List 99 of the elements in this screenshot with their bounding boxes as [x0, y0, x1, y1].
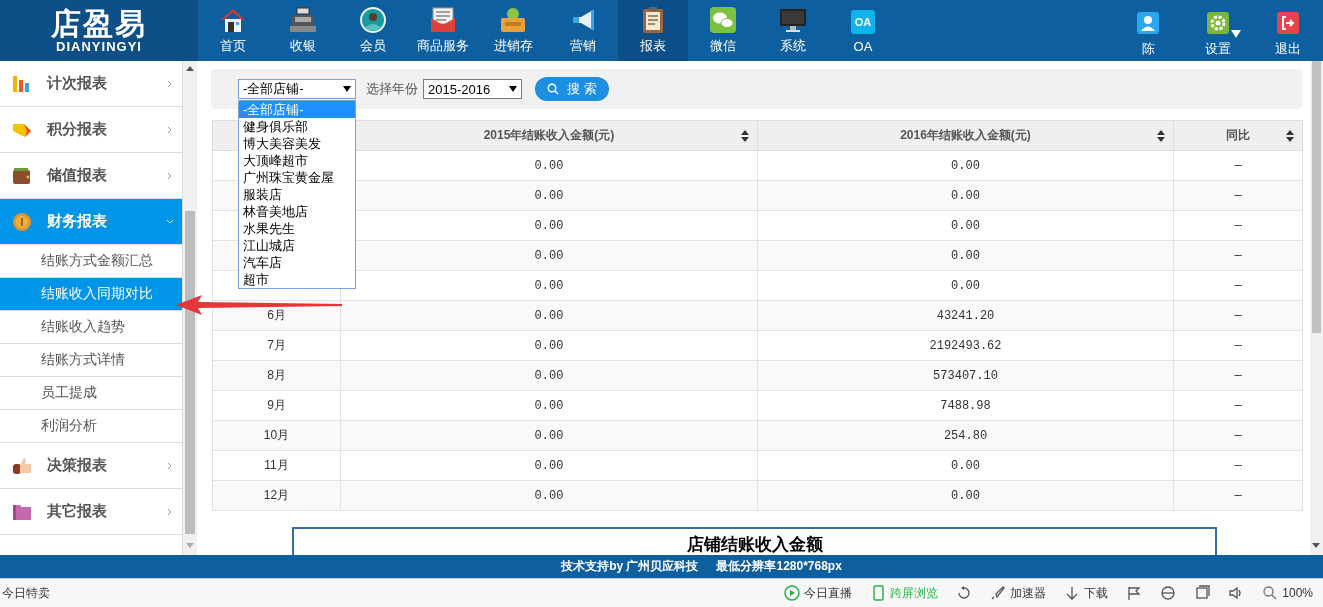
table-cell: — — [1173, 450, 1303, 481]
scroll-down-icon[interactable] — [1312, 543, 1320, 548]
table-cell: 8月 — [212, 360, 341, 391]
table-cell: 0.00 — [757, 210, 1174, 241]
sort-icon[interactable] — [741, 130, 749, 142]
monitor-icon — [779, 6, 807, 34]
table-cell: 0.00 — [757, 450, 1174, 481]
table-cell: — — [1173, 390, 1303, 421]
header-button[interactable]: 退出 — [1253, 0, 1323, 61]
column-header[interactable]: 同比 — [1173, 120, 1303, 151]
table-cell: 0.00 — [757, 480, 1174, 511]
chat-bubbles-icon — [709, 6, 737, 34]
table-cell: 10月 — [212, 420, 341, 451]
table-cell: 573407.10 — [757, 360, 1174, 391]
status-link[interactable]: 今日特卖 — [2, 584, 50, 602]
table-cell: 0.00 — [340, 420, 758, 451]
user-icon — [1137, 11, 1159, 34]
table-cell: — — [1173, 480, 1303, 511]
table-cell: — — [1173, 420, 1303, 451]
nav-tab[interactable]: 会员 — [338, 0, 408, 61]
refresh-icon[interactable] — [956, 585, 973, 601]
table-cell: — — [1173, 240, 1303, 271]
cash-register-icon — [289, 6, 317, 34]
table-cell: 11月 — [212, 450, 341, 481]
year-label: 选择年份 — [366, 80, 418, 98]
column-header[interactable]: 2016年结账收入金额(元) — [757, 120, 1174, 151]
coin-icon — [12, 211, 32, 232]
sort-icon[interactable] — [1286, 130, 1294, 142]
status-bar-item[interactable]: 今日直播 — [784, 584, 853, 602]
window-icon[interactable] — [1194, 585, 1211, 601]
box-icon — [499, 6, 527, 34]
table-cell: — — [1173, 330, 1303, 361]
scrollbar-thumb[interactable] — [185, 211, 195, 534]
scrollbar-thumb[interactable] — [1312, 61, 1321, 333]
nav-tab[interactable]: OA OA — [828, 0, 898, 61]
zoom-icon — [1262, 585, 1279, 601]
table-cell: 0.00 — [757, 240, 1174, 271]
header-button[interactable]: 陈 — [1113, 0, 1183, 61]
settings-icon — [1207, 11, 1229, 34]
table-cell: — — [1173, 360, 1303, 391]
table-cell: 0.00 — [340, 360, 758, 391]
table-cell: 0.00 — [340, 450, 758, 481]
caret-icon — [343, 86, 351, 92]
table-cell: 254.80 — [757, 420, 1174, 451]
exit-icon — [1277, 11, 1299, 34]
footer-text: 技术支持by 广州贝应科技 — [561, 558, 699, 575]
bar-chart-icon — [12, 73, 32, 94]
table-cell: 0.00 — [757, 180, 1174, 211]
nav-tab[interactable]: 收银 — [268, 0, 338, 61]
table-cell: 0.00 — [340, 390, 758, 421]
oa-icon: OA — [851, 9, 875, 34]
scroll-up-icon[interactable] — [186, 66, 194, 71]
table-cell: — — [1173, 270, 1303, 301]
wallet-icon — [12, 165, 32, 186]
table-cell: — — [1173, 150, 1303, 181]
scrollbar[interactable] — [1310, 61, 1323, 555]
table-cell: 0.00 — [757, 150, 1174, 181]
scrollbar[interactable] — [183, 61, 197, 555]
table-cell: 2192493.62 — [757, 330, 1174, 361]
store-select[interactable]: -全部店铺- — [238, 79, 356, 99]
table-cell: — — [1173, 300, 1303, 331]
play-icon — [784, 585, 801, 601]
table-cell: 43241.20 — [757, 300, 1174, 331]
footer-text: 最低分辨率1280*768px — [716, 558, 842, 575]
table-cell: 0.00 — [757, 270, 1174, 301]
newspaper-icon — [429, 6, 457, 34]
table-cell: 0.00 — [340, 480, 758, 511]
status-bar-item[interactable]: 加速器 — [990, 584, 1047, 602]
nav-tab[interactable]: 报表 — [618, 0, 688, 61]
header-button[interactable]: 设置 — [1183, 0, 1253, 61]
table-cell: — — [1173, 210, 1303, 241]
logo: 店盈易 DIANYINGYI — [0, 0, 198, 61]
table-cell: 0.00 — [340, 300, 758, 331]
nav-tab[interactable]: 进销存 — [478, 0, 548, 61]
year-select[interactable]: 2015-2016 — [423, 79, 522, 99]
nav-tab[interactable]: 系统 — [758, 0, 828, 61]
table-cell: — — [1173, 180, 1303, 211]
flag-icon[interactable] — [1126, 585, 1143, 601]
nav-tab[interactable]: 微信 — [688, 0, 758, 61]
nav-tab[interactable]: 商品服务 — [408, 0, 478, 61]
search-icon — [547, 83, 560, 95]
person-icon — [359, 6, 387, 34]
caret-icon — [509, 86, 517, 92]
chart-title: 店铺结账收入金额 — [686, 535, 823, 554]
table-cell: 7月 — [212, 330, 341, 361]
status-bar-item[interactable]: 100% — [1262, 585, 1313, 601]
table-cell: 0.00 — [340, 270, 758, 301]
nav-tab[interactable]: 营销 — [548, 0, 618, 61]
thumbs-up-icon — [12, 455, 32, 476]
phone-icon — [870, 585, 887, 601]
table-cell: 0.00 — [340, 330, 758, 361]
nav-tab[interactable]: 首页 — [198, 0, 268, 61]
house-icon — [219, 6, 247, 34]
table-cell: 12月 — [212, 480, 341, 511]
table-cell: 7488.98 — [757, 390, 1174, 421]
table-cell: 9月 — [212, 390, 341, 421]
status-bar-item[interactable]: 下载 — [1064, 584, 1109, 602]
sort-icon[interactable] — [1157, 130, 1165, 142]
browser-icon[interactable] — [1160, 585, 1177, 601]
